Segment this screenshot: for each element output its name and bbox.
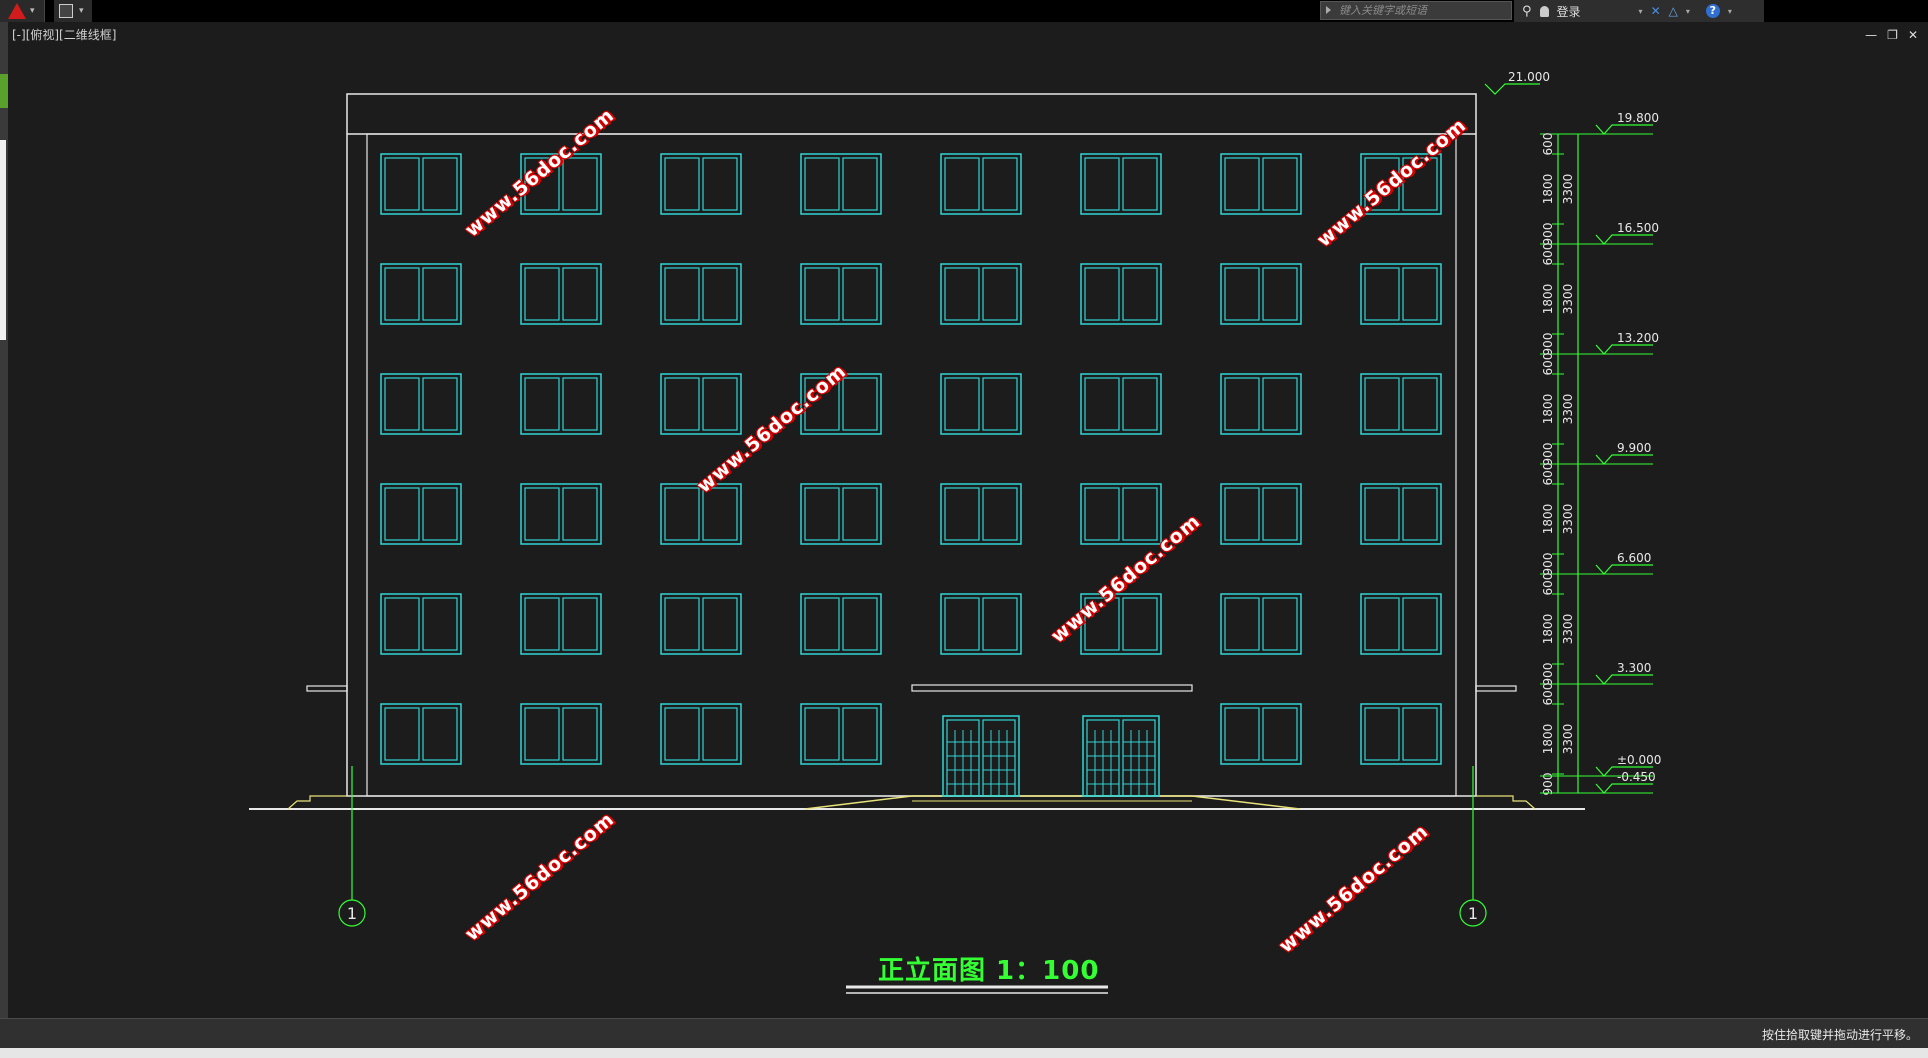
status-bar: 按住拾取键并拖动进行平移。	[0, 1018, 1928, 1049]
status-message: 按住拾取键并拖动进行平移。	[1761, 1028, 1918, 1042]
bottom-edge	[0, 1048, 1928, 1058]
title-underline	[846, 985, 1108, 994]
